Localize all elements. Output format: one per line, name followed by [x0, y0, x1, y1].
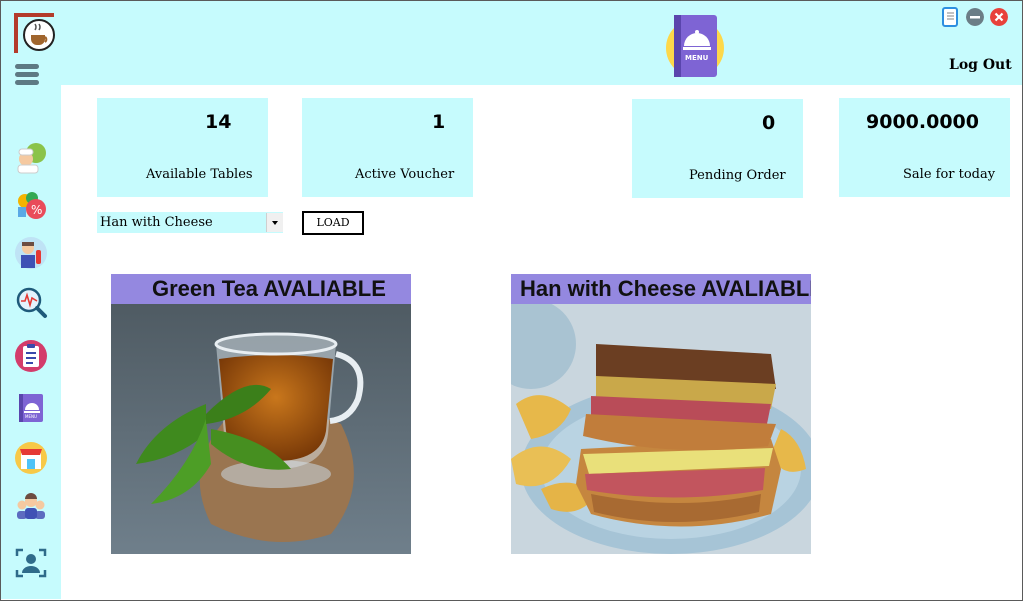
users-icon[interactable]: [14, 489, 48, 523]
active-voucher-label: Active Voucher: [355, 167, 455, 182]
svg-text:%: %: [31, 203, 42, 217]
waiter-icon[interactable]: [14, 236, 48, 270]
pending-order-value: 0: [762, 112, 776, 134]
green-tea-photo: [111, 304, 411, 554]
order-clipboard-icon[interactable]: [14, 339, 48, 373]
load-button[interactable]: LOAD: [302, 211, 364, 235]
sale-today-value: 9000.0000: [866, 111, 979, 133]
shop-icon[interactable]: [14, 441, 48, 475]
sale-today-card: 9000.0000 Sale for today: [839, 98, 1010, 197]
product-banner: Green Tea AVALIABLE: [111, 274, 411, 304]
ham-cheese-sandwich-photo: [511, 304, 811, 554]
hamburger-menu-icon[interactable]: [15, 64, 39, 86]
pending-order-label: Pending Order: [689, 168, 786, 183]
discount-icon[interactable]: %: [14, 189, 48, 223]
available-tables-card: 14 Available Tables: [97, 98, 268, 197]
item-select-value: Han with Cheese: [100, 215, 213, 230]
product-banner: Han with Cheese AVALIABLE: [511, 274, 811, 304]
user-profile-icon[interactable]: [14, 546, 48, 580]
top-bar: [61, 1, 1022, 85]
sidebar: % MENU: [1, 1, 61, 599]
item-select[interactable]: Han with Cheese: [97, 212, 283, 233]
product-card-han-with-cheese: Han with Cheese AVALIABLE: [511, 274, 811, 554]
menu-book-logo-icon: MENU: [666, 15, 724, 77]
cafe-logo-icon: [14, 13, 55, 53]
active-voucher-value: 1: [432, 111, 446, 133]
chef-icon[interactable]: [14, 141, 48, 175]
svg-text:MENU: MENU: [685, 54, 709, 62]
close-icon[interactable]: [990, 8, 1008, 26]
menu-book-icon[interactable]: MENU: [14, 391, 48, 425]
svg-text:MENU: MENU: [25, 414, 37, 419]
chevron-down-icon[interactable]: [266, 213, 283, 232]
product-card-green-tea: Green Tea AVALIABLE: [111, 274, 411, 554]
sale-today-label: Sale for today: [903, 167, 996, 182]
active-voucher-card: 1 Active Voucher: [302, 98, 473, 197]
available-tables-value: 14: [205, 111, 232, 133]
notes-icon[interactable]: [941, 7, 959, 27]
pending-order-card: 0 Pending Order: [632, 99, 803, 198]
analytics-icon[interactable]: [14, 285, 48, 319]
available-tables-label: Available Tables: [146, 167, 253, 182]
minimize-icon[interactable]: [966, 8, 984, 26]
logout-link[interactable]: Log Out: [949, 57, 1012, 73]
